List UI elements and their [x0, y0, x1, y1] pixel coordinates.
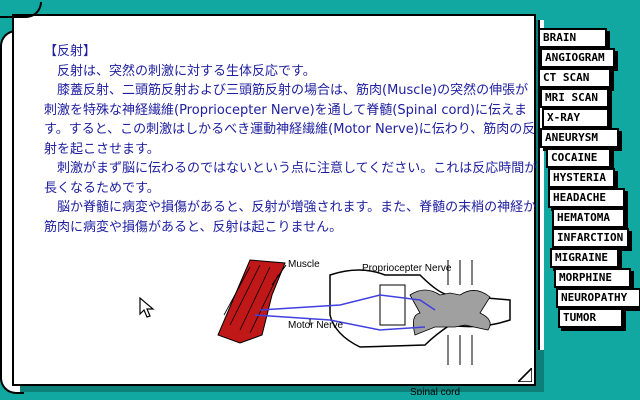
page-corner-fold[interactable]	[518, 368, 532, 382]
tab-x-ray[interactable]: X-RAY	[542, 108, 609, 128]
article-text: 【反射】 反射は、突然の刺激に対する生体反応です。 膝蓋反射、二頭筋反射および三…	[44, 42, 539, 237]
book: 【反射】 反射は、突然の刺激に対する生体反応です。 膝蓋反射、二頭筋反射および三…	[0, 0, 560, 400]
motor-nerve-label: Motor Nerve	[288, 320, 343, 331]
tab-hematoma[interactable]: HEMATOMA	[552, 208, 625, 228]
mouse-cursor-icon	[139, 296, 155, 318]
tab-hysteria[interactable]: HYSTERIA	[548, 168, 615, 188]
paragraph-2: 膝蓋反射、二頭筋反射および三頭筋反射の場合は、筋肉(Muscle)の突然の伸張が…	[44, 83, 536, 157]
paragraph-3: 刺激がまず脳に伝わるのではないという点に注意してください。これは反応時間が長くな…	[44, 161, 538, 196]
paragraph-4: 脳か脊髄に病変や損傷があると、反射が増強されます。また、脊髄の末梢の神経か筋肉に…	[44, 200, 537, 235]
muscle-label: Muscle	[288, 259, 320, 270]
tab-cocaine[interactable]: COCAINE	[546, 148, 611, 168]
tab-aneurysm[interactable]: ANEURYSM	[540, 128, 619, 148]
tab-morphine[interactable]: MORPHINE	[554, 268, 631, 288]
tab-ct-scan[interactable]: CT SCAN	[538, 68, 611, 88]
tab-headache[interactable]: HEADACHE	[548, 188, 625, 208]
proprioceptor-label: Propriocepter Nerve	[362, 263, 452, 274]
article-heading: 【反射】	[44, 44, 97, 59]
reflex-arc-diagram: Muscle Propriocepter Nerve Motor Nerve S…	[217, 259, 511, 395]
tab-mri-scan[interactable]: MRI SCAN	[540, 88, 609, 108]
tab-neuropathy[interactable]: NEUROPATHY	[556, 288, 640, 308]
spinal-cord-label: Spinal cord	[410, 387, 460, 395]
spinal-cord-shape	[329, 260, 511, 365]
tab-infarction[interactable]: INFARCTION	[552, 228, 629, 248]
tab-tumor[interactable]: TUMOR	[558, 308, 623, 328]
tab-migraine[interactable]: MIGRAINE	[550, 248, 619, 268]
topic-tabs: BRAIN ANGIOGRAM CT SCAN MRI SCAN X-RAY ANEURY…	[538, 0, 640, 400]
tab-angiogram[interactable]: ANGIOGRAM	[540, 48, 615, 68]
paragraph-1: 反射は、突然の刺激に対する生体反応です。	[57, 63, 316, 79]
tab-brain[interactable]: BRAIN	[538, 28, 607, 48]
